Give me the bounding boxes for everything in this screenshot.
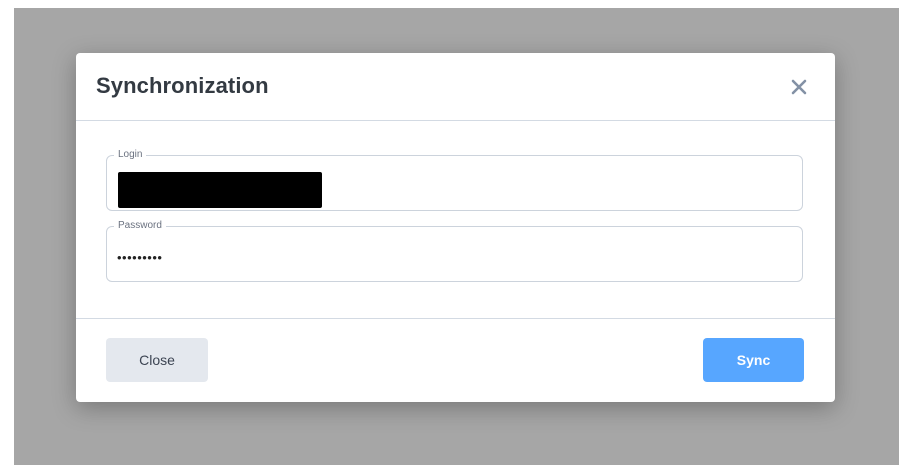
dialog-footer: Close Sync [76, 318, 835, 403]
dialog-title: Synchronization [96, 73, 269, 98]
login-value-redacted [118, 172, 322, 208]
login-label: Login [114, 149, 147, 161]
login-field[interactable]: Login [106, 149, 803, 211]
sync-button[interactable]: Sync [703, 338, 804, 382]
sync-dialog: Synchronization Login Password •••••••••… [76, 53, 835, 402]
close-button[interactable]: Close [106, 338, 208, 382]
password-value: ••••••••• [117, 250, 163, 265]
password-label: Password [114, 220, 166, 232]
password-field[interactable]: Password ••••••••• [106, 220, 803, 282]
dialog-header: Synchronization [76, 53, 835, 121]
close-icon[interactable] [787, 75, 811, 99]
